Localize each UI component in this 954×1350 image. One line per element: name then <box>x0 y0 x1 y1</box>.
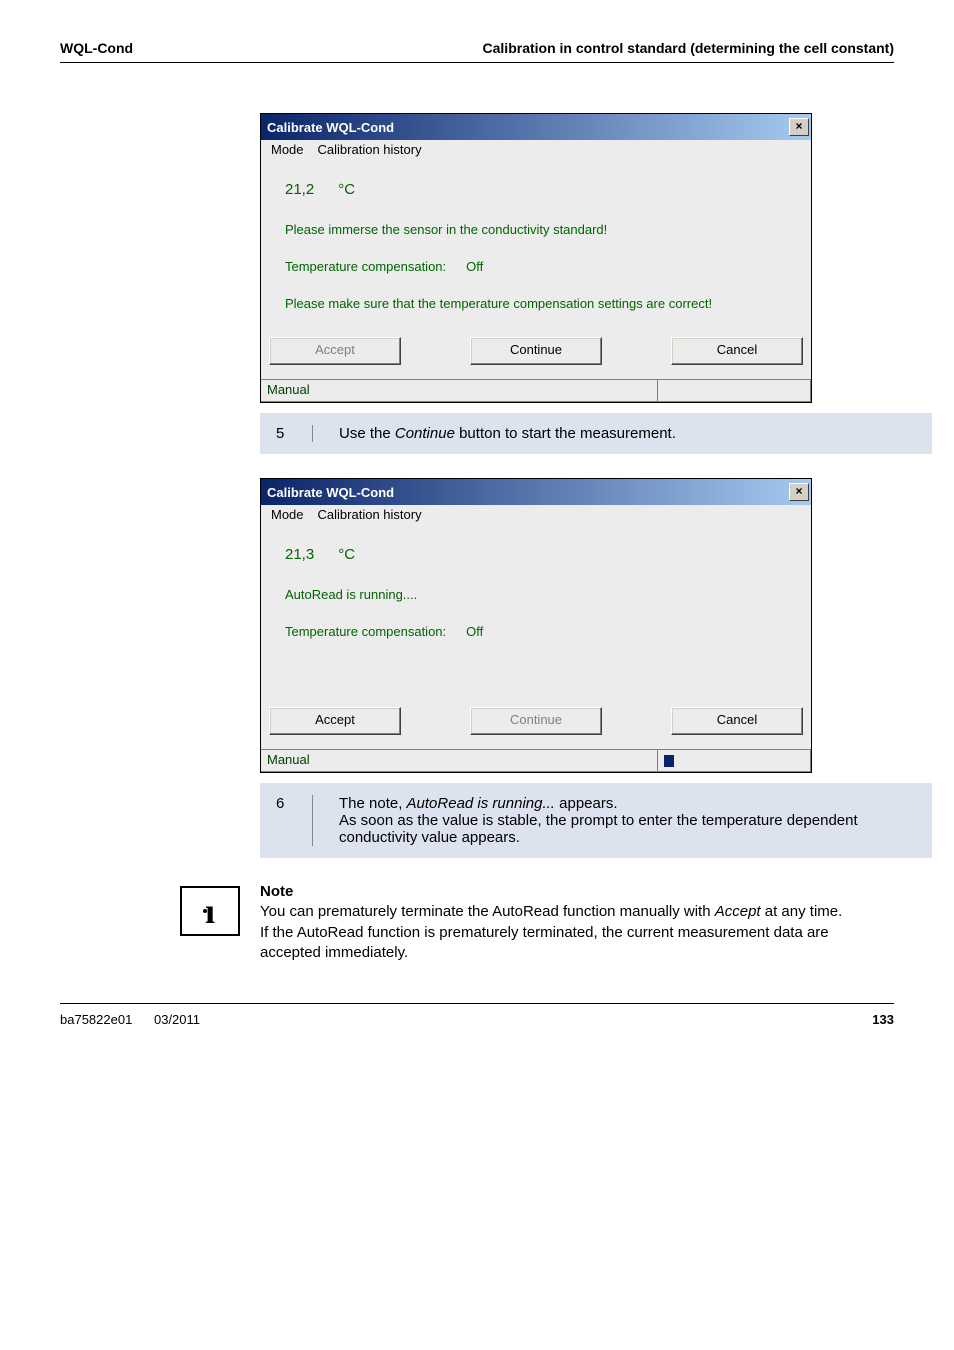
step-6: 6 The note, AutoRead is running... appea… <box>260 783 932 858</box>
temp-compensation-label: Temperature compensation: <box>285 259 446 274</box>
page-header: WQL-Cond Calibration in control standard… <box>60 40 894 63</box>
step-number: 5 <box>276 425 294 442</box>
instruction-text: AutoRead is running.... <box>285 587 787 602</box>
instruction-text: Please immerse the sensor in the conduct… <box>285 222 787 237</box>
warning-text: Please make sure that the temperature co… <box>285 296 787 311</box>
continue-button[interactable]: Continue <box>470 707 602 735</box>
status-text: Manual <box>261 380 658 402</box>
dialog-menubar: Mode Calibration history <box>261 140 811 161</box>
accept-button[interactable]: Accept <box>269 337 401 365</box>
status-progress <box>658 750 811 772</box>
dialog-calibrate-2: Calibrate WQL-Cond × Mode Calibration hi… <box>260 478 812 773</box>
temperature-unit: °C <box>338 546 355 563</box>
info-icon: ı <box>180 886 240 936</box>
temp-compensation-row: Temperature compensation: Off <box>285 259 787 274</box>
step-text: Use the Continue button to start the mea… <box>339 425 916 442</box>
status-progress <box>658 380 811 402</box>
doc-date: 03/2011 <box>154 1012 200 1027</box>
temperature-readout: 21,3 °C <box>285 540 787 569</box>
menu-calibration-history[interactable]: Calibration history <box>318 142 422 157</box>
temperature-unit: °C <box>338 181 355 198</box>
footer-rule <box>60 1003 894 1004</box>
menu-calibration-history[interactable]: Calibration history <box>318 507 422 522</box>
note-text: Note You can prematurely terminate the A… <box>260 882 854 963</box>
dialog-titlebar: Calibrate WQL-Cond × <box>261 479 811 505</box>
dialog-title: Calibrate WQL-Cond <box>267 120 394 135</box>
page-number: 133 <box>872 1012 894 1027</box>
header-left: WQL-Cond <box>60 40 133 56</box>
header-right: Calibration in control standard (determi… <box>483 40 894 56</box>
accept-button[interactable]: Accept <box>269 707 401 735</box>
doc-id: ba75822e01 <box>60 1012 132 1027</box>
close-icon[interactable]: × <box>789 118 809 136</box>
temp-compensation-value: Off <box>466 624 483 639</box>
dialog-calibrate-1: Calibrate WQL-Cond × Mode Calibration hi… <box>260 113 812 403</box>
step-text: The note, AutoRead is running... appears… <box>339 795 916 846</box>
close-icon[interactable]: × <box>789 483 809 501</box>
dialog-titlebar: Calibrate WQL-Cond × <box>261 114 811 140</box>
status-text: Manual <box>261 750 658 772</box>
progress-indicator <box>664 755 674 767</box>
note-block: ı Note You can prematurely terminate the… <box>180 882 854 963</box>
continue-button[interactable]: Continue <box>470 337 602 365</box>
temperature-readout: 21,2 °C <box>285 175 787 204</box>
dialog-title: Calibrate WQL-Cond <box>267 485 394 500</box>
step-5: 5 Use the Continue button to start the m… <box>260 413 932 454</box>
temp-compensation-row: Temperature compensation: Off <box>285 624 787 639</box>
menu-mode[interactable]: Mode <box>271 142 304 157</box>
step-number: 6 <box>276 795 294 812</box>
status-bar: Manual <box>261 379 811 402</box>
cancel-button[interactable]: Cancel <box>671 337 803 365</box>
temperature-value: 21,3 <box>285 546 314 563</box>
page-footer: ba75822e01 03/2011 133 <box>60 1012 894 1057</box>
temp-compensation-label: Temperature compensation: <box>285 624 446 639</box>
cancel-button[interactable]: Cancel <box>671 707 803 735</box>
temperature-value: 21,2 <box>285 181 314 198</box>
menu-mode[interactable]: Mode <box>271 507 304 522</box>
note-heading: Note <box>260 883 293 900</box>
status-bar: Manual <box>261 749 811 772</box>
dialog-menubar: Mode Calibration history <box>261 505 811 526</box>
temp-compensation-value: Off <box>466 259 483 274</box>
